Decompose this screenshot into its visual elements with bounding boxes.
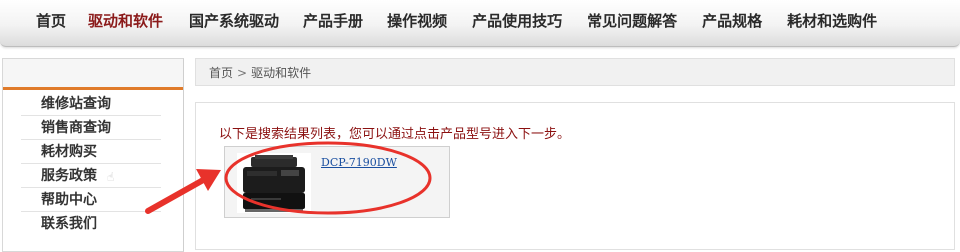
breadcrumb-home[interactable]: 首页 <box>209 66 233 80</box>
nav-item-usage-tips[interactable]: 产品使用技巧 <box>472 0 562 42</box>
sidebar-item-label: 维修站查询 <box>41 96 111 112</box>
search-results-panel: 以下是搜索结果列表，您可以通过点击产品型号进入下一步。 DCP-7190DW <box>195 102 955 250</box>
sidebar-item-buy-supplies[interactable]: 耗材购买 <box>21 140 161 164</box>
sidebar-item-help-center[interactable]: 帮助中心 <box>21 188 161 212</box>
nav-item-supplies-options[interactable]: 耗材和选购件 <box>787 0 877 42</box>
sidebar-item-label: 销售商查询 <box>41 120 111 136</box>
nav-item-drivers-software[interactable]: 驱动和软件 <box>88 0 163 42</box>
product-model-link[interactable]: DCP-7190DW <box>321 156 397 169</box>
result-card: DCP-7190DW <box>224 146 450 218</box>
breadcrumb-current: 驱动和软件 <box>251 66 312 80</box>
top-navigation: 首页 驱动和软件 国产系统驱动 产品手册 操作视频 产品使用技巧 常见问题解答 … <box>0 0 960 47</box>
nav-item-home[interactable]: 首页 <box>36 0 66 42</box>
sidebar: 维修站查询 销售商查询 耗材购买 服务政策 ☝ 帮助中心 联系我们 <box>2 58 184 252</box>
sidebar-item-service-policy[interactable]: 服务政策 ☝ <box>21 164 161 188</box>
sidebar-header <box>3 59 183 90</box>
sidebar-item-label: 联系我们 <box>41 216 97 232</box>
results-notice: 以下是搜索结果列表，您可以通过点击产品型号进入下一步。 <box>219 127 571 142</box>
nav-item-product-manual[interactable]: 产品手册 <box>303 0 363 42</box>
sidebar-item-repair-station[interactable]: 维修站查询 <box>21 92 161 116</box>
sidebar-item-contact-us[interactable]: 联系我们 <box>21 212 161 236</box>
nav-item-product-specs[interactable]: 产品规格 <box>702 0 762 42</box>
sidebar-item-label: 服务政策 <box>41 168 97 184</box>
breadcrumb: 首页 > 驱动和软件 <box>195 58 955 86</box>
nav-item-operation-video[interactable]: 操作视频 <box>387 0 447 42</box>
breadcrumb-separator: > <box>237 66 248 80</box>
hand-pointer-icon: ☝ <box>107 170 115 184</box>
sidebar-list: 维修站查询 销售商查询 耗材购买 服务政策 ☝ 帮助中心 联系我们 <box>3 90 183 236</box>
sidebar-item-label: 帮助中心 <box>41 192 97 208</box>
printer-icon[interactable] <box>237 153 311 213</box>
top-nav-list: 首页 驱动和软件 国产系统驱动 产品手册 操作视频 产品使用技巧 常见问题解答 … <box>0 0 960 42</box>
nav-item-faq[interactable]: 常见问题解答 <box>587 0 677 42</box>
sidebar-item-label: 耗材购买 <box>41 144 97 160</box>
sidebar-item-dealer-search[interactable]: 销售商查询 <box>21 116 161 140</box>
nav-item-domestic-os-drivers[interactable]: 国产系统驱动 <box>189 0 279 42</box>
